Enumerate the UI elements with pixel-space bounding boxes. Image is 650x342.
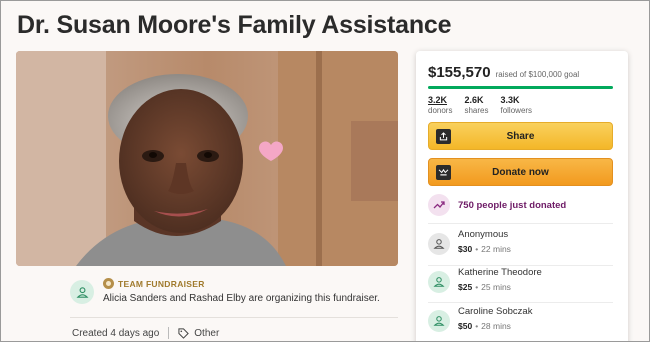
donation-item: Katherine Theodore $25 • 25 mins [428,267,542,293]
donation-amount: $25 [458,282,473,292]
user-icon [433,239,445,249]
meta-divider [168,327,170,339]
category-link[interactable]: Other [194,328,219,339]
donate-icon [436,165,451,180]
progress-fill [428,86,613,89]
donor-avatar [428,233,450,255]
amount-row: $155,570 raised of $100,000 goal [428,64,579,81]
donation-item: Caroline Sobczak $50 • 28 mins [428,306,532,332]
goal-text: raised of $100,000 goal [495,70,580,79]
fundraiser-meta: Created 4 days ago Other [72,327,219,339]
just-donated-text: 750 people just donated [458,199,567,211]
donor-name: Anonymous [458,229,509,240]
donate-button[interactable]: Donate now [428,158,613,186]
stat-followers: 3.3K followers [500,95,532,115]
donation-time: 28 mins [481,321,511,331]
team-fundraiser-badge: TEAM FUNDRAISER [103,278,205,289]
share-button[interactable]: Share [428,122,613,150]
list-divider [428,302,613,303]
organizer-text: Alicia Sanders and Rashad Elby are organ… [103,293,380,304]
donation-time: 22 mins [481,244,511,254]
progress-bar [428,86,613,89]
team-icon [103,278,114,289]
stat-value: 2.6K [464,95,484,105]
list-divider [428,265,613,266]
team-fundraiser-label: TEAM FUNDRAISER [118,278,205,289]
trending-up-icon [428,194,450,216]
stat-label: followers [500,106,533,115]
stat-shares: 2.6K shares [464,95,488,115]
stat-value: 3.2K [428,95,448,105]
donor-name: Caroline Sobczak [458,306,533,317]
fundraiser-photo[interactable] [16,51,398,266]
recent-donations-summary: 750 people just donated [428,194,566,216]
donor-avatar [428,310,450,332]
organizer-section: TEAM FUNDRAISER Alicia Sanders and Rasha… [70,276,390,312]
donation-item: Anonymous $30 • 22 mins [428,229,511,255]
donor-name: Katherine Theodore [458,267,542,278]
stat-donors[interactable]: 3.2K donors [428,95,452,115]
user-icon [76,286,88,298]
stats-row: 3.2K donors 2.6K shares 3.3K followers [428,95,544,115]
tag-icon [178,327,190,339]
stat-label: donors [428,106,453,115]
donation-card: $155,570 raised of $100,000 goal 3.2K do… [416,51,628,342]
created-date: Created 4 days ago [72,327,160,339]
donor-avatar [428,271,450,293]
share-icon [436,129,451,144]
donate-label: Donate now [492,166,549,178]
amount-raised: $155,570 [428,64,491,81]
stat-label: shares [464,106,489,115]
donation-amount: $30 [458,244,473,254]
stat-value: 3.3K [500,95,520,105]
share-label: Share [506,130,535,142]
user-icon [433,316,445,326]
list-divider [428,223,613,224]
donation-amount: $50 [458,321,473,331]
organizer-avatar[interactable] [70,280,94,304]
section-divider [70,317,398,318]
page-title: Dr. Susan Moore's Family Assistance [17,11,452,39]
donation-time: 25 mins [481,282,511,292]
user-icon [433,277,445,287]
